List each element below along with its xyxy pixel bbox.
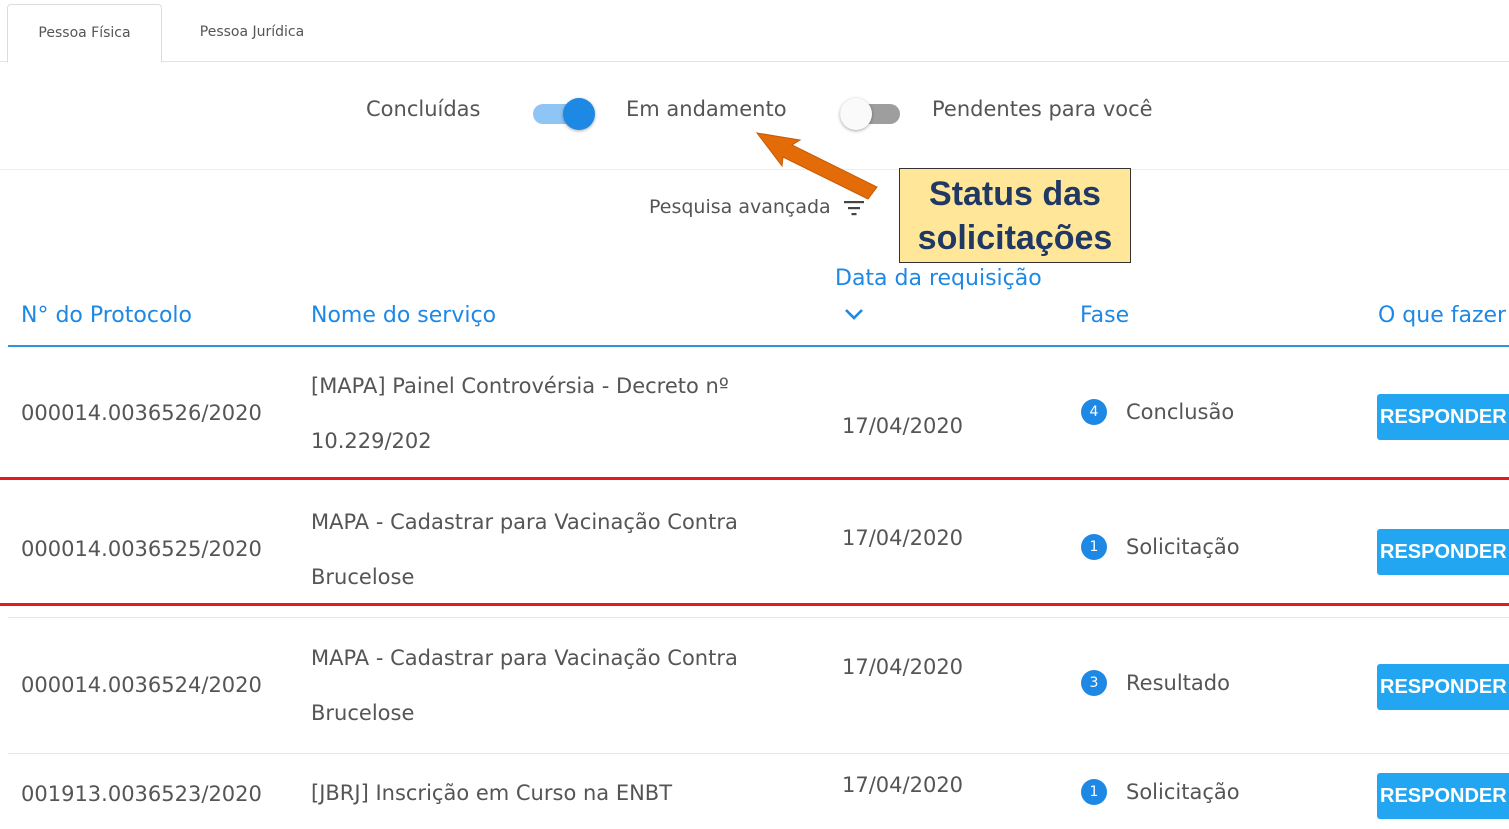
phase-label: Conclusão: [1126, 400, 1235, 424]
table-header-divider: [8, 345, 1509, 347]
phase-indicator: 4 Conclusão: [1081, 399, 1234, 425]
chevron-down-icon[interactable]: [843, 307, 865, 321]
respond-button[interactable]: RESPONDER: [1377, 394, 1509, 440]
concluidas-label: Concluídas: [366, 97, 481, 121]
respond-button[interactable]: RESPONDER: [1377, 529, 1509, 575]
row-divider: [8, 617, 1509, 618]
protocol-number: 000014.0036524/2020: [21, 673, 262, 697]
filter-icon: [843, 200, 864, 215]
toggle-knob: [563, 98, 595, 130]
column-header-service[interactable]: Nome do serviço: [311, 303, 496, 328]
service-name: [MAPA] Painel Controvérsia - Decreto nº …: [311, 374, 729, 453]
column-header-protocol[interactable]: N° do Protocolo: [21, 303, 192, 328]
annotation-callout: Status das solicitações: [899, 168, 1131, 263]
tab-pessoa-juridica[interactable]: Pessoa Jurídica: [172, 4, 332, 60]
tab-bar: Pessoa Física Pessoa Jurídica: [0, 0, 1509, 63]
phase-number-badge: 4: [1081, 399, 1107, 425]
phase-indicator: 3 Resultado: [1081, 670, 1230, 696]
protocol-number: 000014.0036526/2020: [21, 401, 262, 425]
annotation-line-2: solicitações: [917, 219, 1113, 257]
respond-button[interactable]: RESPONDER: [1377, 664, 1509, 710]
phase-label: Solicitação: [1126, 535, 1240, 559]
tab-pessoa-fisica[interactable]: Pessoa Física: [7, 4, 162, 63]
service-name: MAPA - Cadastrar para Vacinação Contra B…: [311, 510, 738, 589]
phase-number-badge: 1: [1081, 534, 1107, 560]
advanced-search-link[interactable]: Pesquisa avançada: [649, 196, 865, 218]
highlight-line-top: [0, 477, 1509, 480]
column-header-date[interactable]: Data da requisição: [835, 266, 1042, 291]
row-divider: [8, 753, 1509, 754]
request-date: 17/04/2020: [842, 655, 964, 679]
pendentes-label: Pendentes para você: [932, 97, 1153, 121]
toggle-concluidas-em-andamento[interactable]: [533, 96, 597, 130]
request-date: 17/04/2020: [842, 414, 964, 438]
highlight-line-bottom: [0, 603, 1509, 606]
protocol-number: 001913.0036523/2020: [21, 782, 262, 806]
advanced-search-label: Pesquisa avançada: [649, 196, 831, 218]
toggle-knob: [840, 98, 872, 130]
service-name: [JBRJ] Inscrição em Curso na ENBT: [311, 781, 673, 805]
phase-number-badge: 1: [1081, 779, 1107, 805]
protocol-number: 000014.0036525/2020: [21, 537, 262, 561]
status-filter-bar: Concluídas Em andamento Pendentes para v…: [0, 61, 1509, 170]
service-name: MAPA - Cadastrar para Vacinação Contra B…: [311, 646, 738, 725]
column-header-action: O que fazer: [1378, 303, 1507, 328]
phase-indicator: 1 Solicitação: [1081, 779, 1240, 805]
phase-indicator: 1 Solicitação: [1081, 534, 1240, 560]
em-andamento-label: Em andamento: [626, 97, 787, 121]
annotation-line-1: Status das: [929, 175, 1101, 213]
phase-label: Solicitação: [1126, 780, 1240, 804]
column-header-phase[interactable]: Fase: [1080, 303, 1129, 328]
phase-label: Resultado: [1126, 671, 1230, 695]
phase-number-badge: 3: [1081, 670, 1107, 696]
respond-button[interactable]: RESPONDER: [1377, 773, 1509, 819]
request-date: 17/04/2020: [842, 526, 964, 550]
toggle-pendentes[interactable]: [840, 96, 904, 130]
request-date: 17/04/2020: [842, 773, 964, 797]
